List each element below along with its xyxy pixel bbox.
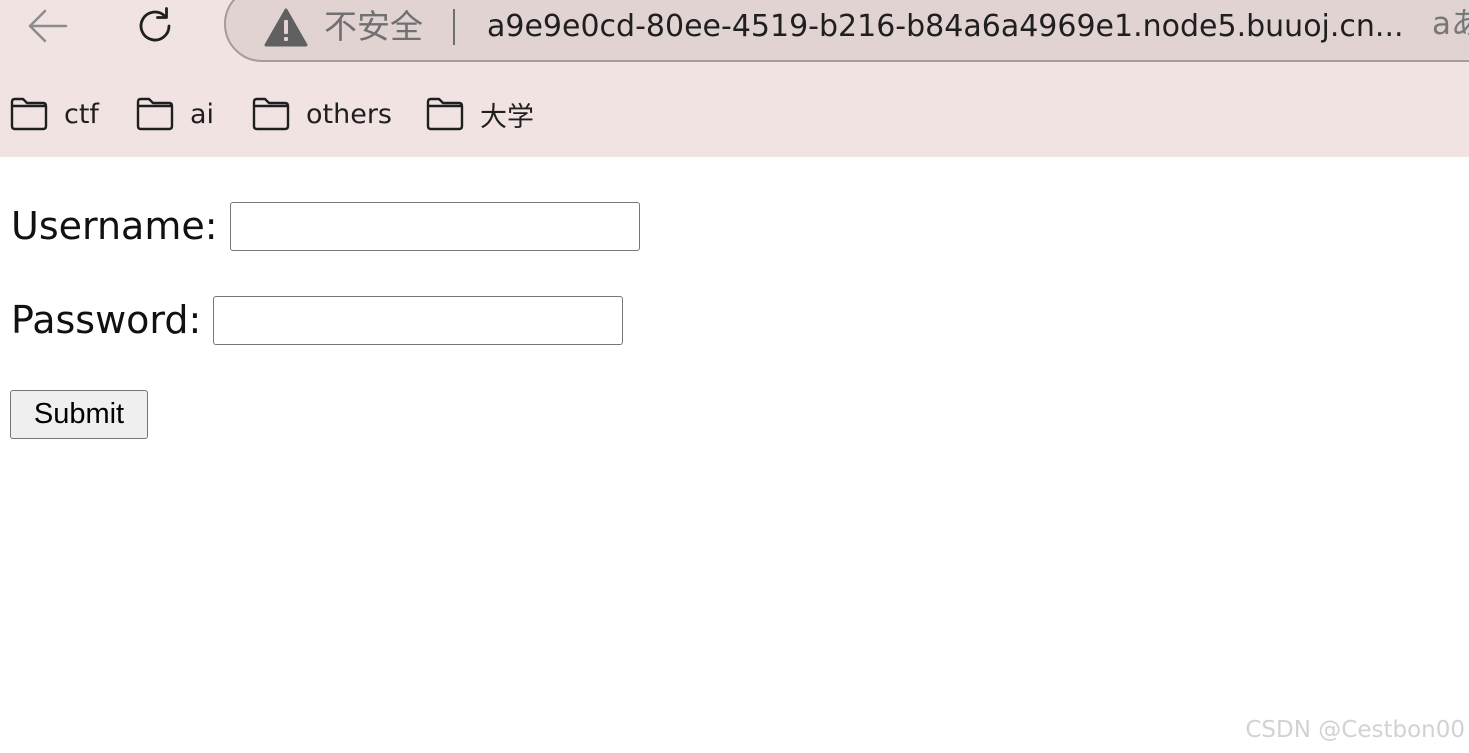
- bookmark-university[interactable]: 大学: [426, 88, 534, 140]
- bookmark-label: 大学: [480, 101, 534, 133]
- bookmark-label: others: [306, 98, 392, 130]
- read-aloud-icon[interactable]: aあ: [1432, 4, 1469, 44]
- folder-icon: [426, 97, 464, 131]
- reload-icon: [139, 7, 171, 42]
- browser-chrome: 不安全 a9e9e0cd-80ee-4519-b216-b84a6a4969e1…: [0, 0, 1469, 157]
- folder-icon: [252, 97, 290, 131]
- security-label[interactable]: 不安全: [324, 4, 423, 50]
- back-button[interactable]: [24, 2, 72, 50]
- bookmarks-bar: ctf ai others 大学: [0, 88, 1469, 140]
- bookmark-ctf[interactable]: ctf: [10, 88, 99, 140]
- page-content: Username: Password: Submit: [0, 157, 1469, 753]
- password-input[interactable]: [213, 295, 624, 345]
- folder-icon: [136, 97, 174, 131]
- folder-icon: [10, 97, 48, 131]
- password-row: Password:: [11, 295, 624, 345]
- bookmark-others[interactable]: others: [252, 88, 392, 140]
- url-text[interactable]: a9e9e0cd-80ee-4519-b216-b84a6a4969e1.nod…: [487, 4, 1404, 50]
- bookmark-label: ctf: [64, 98, 99, 130]
- address-divider: [453, 9, 455, 45]
- bookmark-label: ai: [190, 98, 215, 130]
- reload-button[interactable]: [131, 2, 179, 50]
- arrow-left-icon: [28, 9, 68, 43]
- password-label: Password:: [11, 298, 202, 342]
- warning-icon[interactable]: [264, 8, 308, 48]
- username-label: Username:: [11, 204, 218, 248]
- watermark: CSDN @Cestbon00: [1245, 717, 1465, 743]
- submit-button[interactable]: Submit: [10, 390, 148, 439]
- bookmark-ai[interactable]: ai: [136, 88, 214, 140]
- username-input[interactable]: [229, 201, 640, 251]
- username-row: Username:: [11, 201, 640, 251]
